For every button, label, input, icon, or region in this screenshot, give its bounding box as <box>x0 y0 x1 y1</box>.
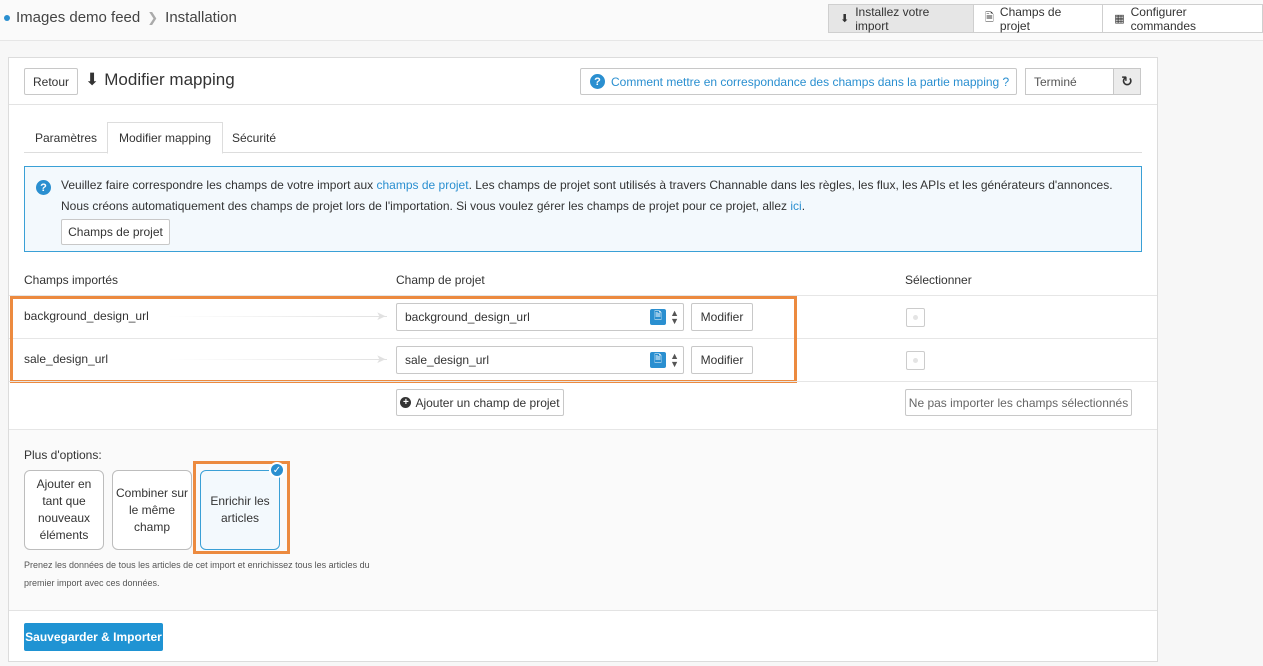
panel-header: Retour ⬇ Modifier mapping ? Comment mett… <box>9 58 1157 105</box>
question-icon: ? <box>590 74 605 89</box>
mapping-help-link[interactable]: ? Comment mettre en correspondance des c… <box>580 68 1017 95</box>
project-fields-info-button[interactable]: Champs de projet <box>61 219 170 245</box>
info-box: ? Veuillez faire correspondre les champs… <box>24 166 1142 252</box>
column-header-select: Sélectionner <box>905 273 972 287</box>
mapping-panel: Retour ⬇ Modifier mapping ? Comment mett… <box>8 57 1158 662</box>
top-actions: ⬇ Installez votre import 🗎 Champs de pro… <box>828 4 1263 33</box>
refresh-button[interactable]: ↻ <box>1113 68 1141 95</box>
highlight-box <box>10 296 797 383</box>
plus-circle-icon: + <box>400 397 412 408</box>
import-status: Terminé <box>1025 68 1114 95</box>
save-import-button[interactable]: Sauvegarder & Importer <box>24 623 163 651</box>
info-text: Nous créons automatiquement des champs d… <box>61 199 787 213</box>
tab-parametres[interactable]: Paramètres <box>24 122 108 153</box>
info-text: Veuillez faire correspondre les champs d… <box>61 178 374 192</box>
panel-footer: Sauvegarder & Importer <box>9 610 1157 662</box>
info-text: . <box>801 199 806 213</box>
refresh-icon: ↻ <box>1121 73 1133 89</box>
info-line-1: Veuillez faire correspondre les champs d… <box>61 178 1113 192</box>
question-icon: ? <box>36 180 51 195</box>
project-fields-link[interactable]: champs de projet <box>377 178 469 192</box>
breadcrumb: Images demo feed ❯ Installation <box>4 9 237 26</box>
tab-securite[interactable]: Sécurité <box>221 122 287 153</box>
download-icon: ⬇ <box>840 13 850 25</box>
more-options-label: Plus d'options: <box>24 448 102 462</box>
top-bar: Images demo feed ❯ Installation ⬇ Instal… <box>0 0 1263 41</box>
add-project-field-label: Ajouter un champ de projet <box>415 395 560 410</box>
select-checkbox[interactable] <box>906 308 925 327</box>
option-description: Prenez les données de tous les articles … <box>24 560 370 588</box>
check-icon: ✓ <box>269 462 285 478</box>
tab-bar: Paramètres Modifier mapping Sécurité <box>24 122 1142 154</box>
page-title-text: Modifier mapping <box>104 70 235 89</box>
option-add-new-items[interactable]: Ajouter en tant que nouveaux éléments <box>24 470 104 550</box>
more-options: Plus d'options: Ajouter en tant que nouv… <box>9 430 1157 610</box>
mapping-help-label: Comment mettre en correspondance des cha… <box>611 74 1010 89</box>
column-header-imported: Champs importés <box>24 273 119 287</box>
info-text: . Les champs de projet sont utilisés à t… <box>468 178 1113 192</box>
install-import-label: Installez votre import <box>855 4 930 33</box>
here-link[interactable]: ici <box>790 199 801 213</box>
status-dot-icon <box>4 14 10 21</box>
project-fields-button[interactable]: 🗎 Champs de projet <box>973 4 1104 33</box>
add-project-field-button[interactable]: + Ajouter un champ de projet <box>396 389 564 416</box>
configure-orders-label: Configurer commandes <box>1130 4 1197 33</box>
tab-modifier-mapping[interactable]: Modifier mapping <box>107 122 224 154</box>
breadcrumb-root[interactable]: Images demo feed <box>16 9 140 26</box>
add-row: + Ajouter un champ de projet Ne pas impo… <box>9 381 1157 430</box>
select-checkbox[interactable] <box>906 351 925 370</box>
install-import-button[interactable]: ⬇ Installez votre import <box>828 4 975 33</box>
breadcrumb-current: Installation <box>165 9 237 26</box>
download-icon: ⬇ <box>85 70 100 89</box>
configure-orders-button[interactable]: ▦ Configurer commandes <box>1102 4 1263 33</box>
do-not-import-button[interactable]: Ne pas importer les champs sélectionnés <box>905 389 1132 416</box>
project-fields-label: Champs de projet <box>999 4 1062 33</box>
cube-icon: ▦ <box>1114 13 1125 25</box>
document-icon: 🗎 <box>985 12 994 24</box>
page-title: ⬇ Modifier mapping <box>85 70 235 90</box>
column-header-project: Champ de projet <box>396 273 485 287</box>
back-button[interactable]: Retour <box>24 68 78 95</box>
chevron-right-icon: ❯ <box>147 9 159 25</box>
option-combine-same-field[interactable]: Combiner sur le même champ <box>112 470 192 550</box>
info-line-2: Nous créons automatiquement des champs d… <box>61 199 805 213</box>
